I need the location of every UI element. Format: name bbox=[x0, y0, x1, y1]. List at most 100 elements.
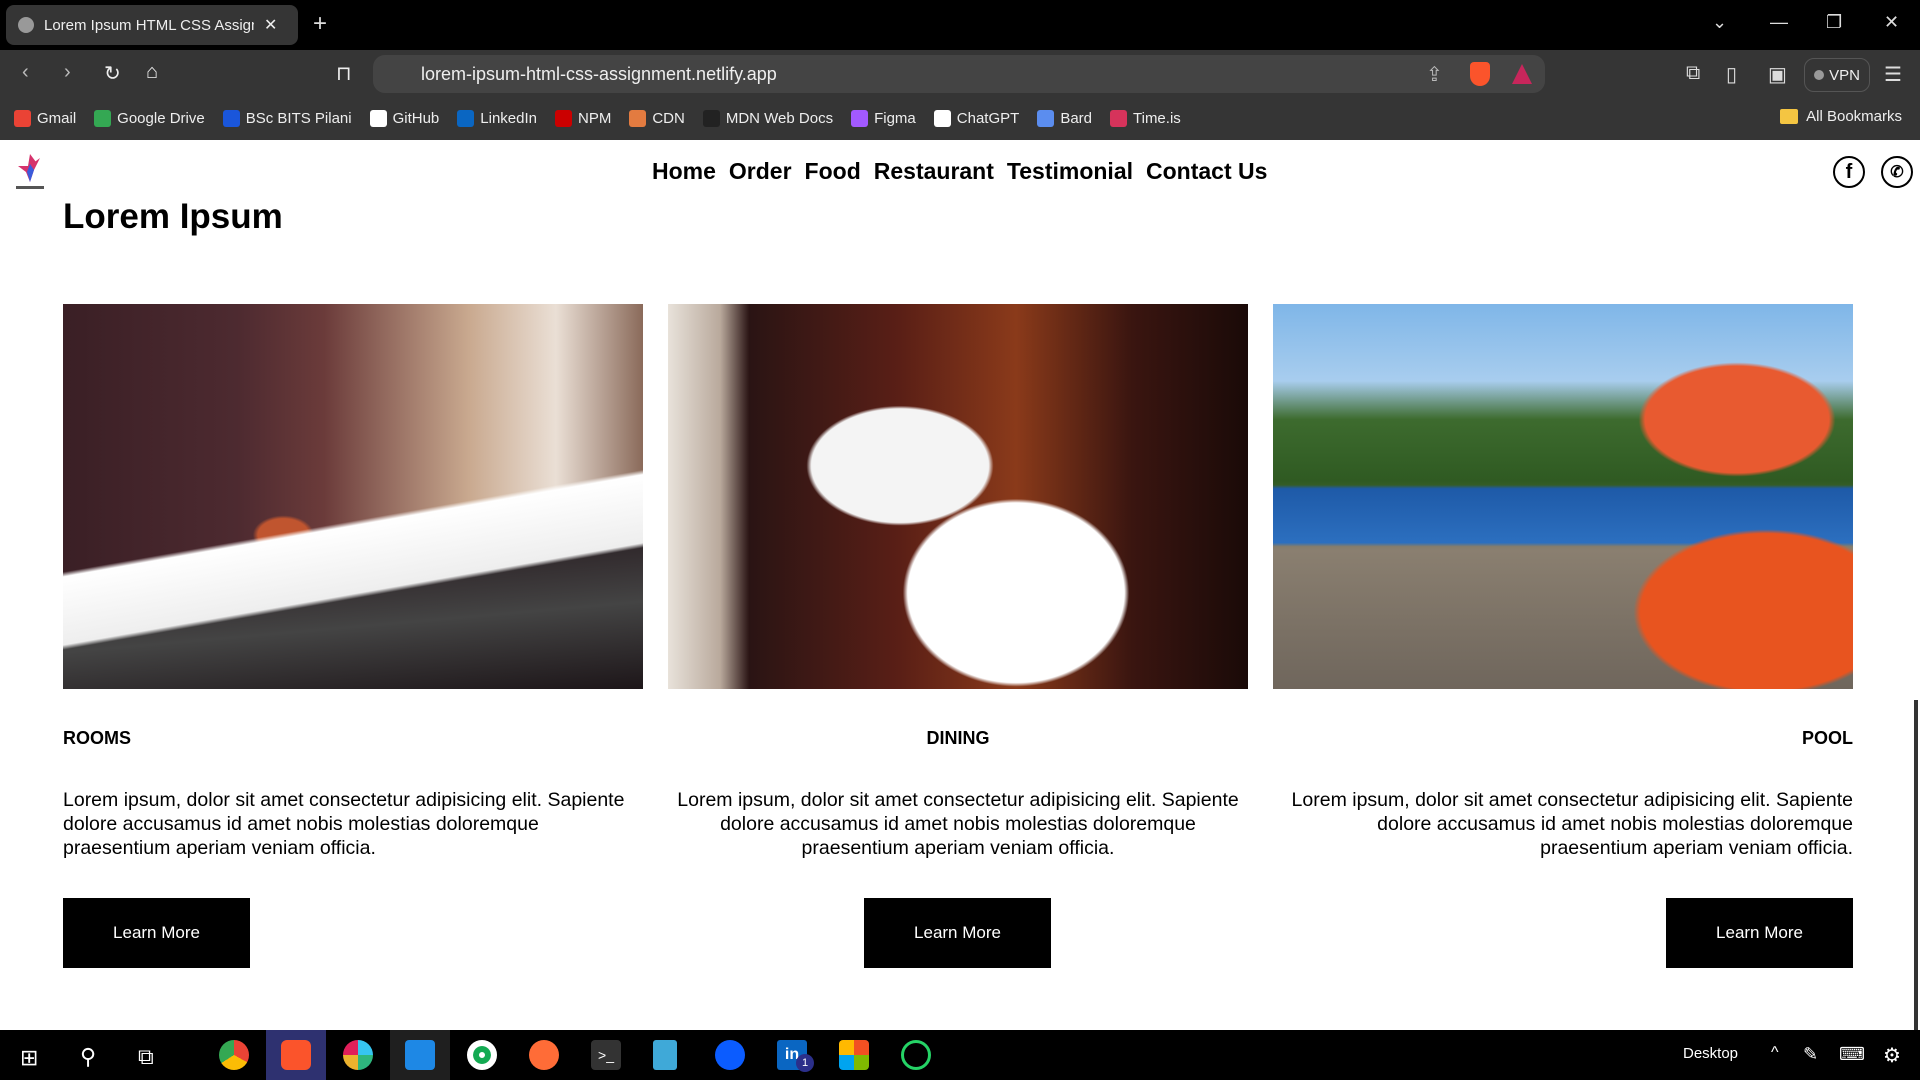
bookmark-gmail[interactable]: Gmail bbox=[14, 110, 76, 127]
nav-order[interactable]: Order bbox=[729, 158, 792, 185]
all-bookmarks-label: All Bookmarks bbox=[1806, 108, 1902, 125]
bookmark-label: Time.is bbox=[1133, 110, 1181, 127]
wallet-icon[interactable]: ▣ bbox=[1768, 62, 1787, 87]
bookmarks-bar: Gmail Google Drive BSc BITS Pilani GitHub Li… bbox=[0, 97, 1920, 140]
bookmark-icon[interactable]: ⊓ bbox=[336, 61, 352, 86]
page-title: Lorem Ipsum bbox=[63, 197, 283, 236]
search-icon[interactable]: ⚲ bbox=[80, 1044, 96, 1070]
pen-icon[interactable]: ✎ bbox=[1803, 1044, 1818, 1065]
linkedin-badge: 1 bbox=[796, 1054, 814, 1072]
card-pool: POOL Lorem ipsum, dolor sit amet consect… bbox=[1273, 304, 1853, 968]
site-logo[interactable] bbox=[12, 152, 48, 192]
show-hidden-icons[interactable]: ^ bbox=[1771, 1044, 1779, 1062]
bookmark-mdn-web-docs[interactable]: MDN Web Docs bbox=[702, 110, 834, 127]
close-tab-icon[interactable]: ✕ bbox=[264, 15, 277, 35]
brave-icon[interactable] bbox=[281, 1040, 311, 1070]
bookmark-favicon-icon bbox=[222, 110, 240, 127]
terminal-icon[interactable]: >_ bbox=[591, 1040, 621, 1070]
tab-search-icon[interactable]: ⌄ bbox=[1712, 12, 1727, 33]
restore-button[interactable]: ❐ bbox=[1826, 12, 1842, 33]
bookmark-npm[interactable]: NPM bbox=[555, 110, 611, 127]
bookmark-label: NPM bbox=[578, 110, 612, 127]
bookmark-favicon-icon bbox=[14, 110, 31, 127]
main-nav: Home Order Food Restaurant Testimonial Contac… bbox=[652, 158, 1267, 185]
bookmark-bard[interactable]: Bard bbox=[1037, 110, 1092, 127]
task-view-icon[interactable]: ⧉ bbox=[138, 1044, 154, 1070]
bookmark-favicon-icon bbox=[933, 110, 951, 127]
bookmark-label: LinkedIn bbox=[480, 110, 537, 127]
settings-icon[interactable]: ⚙ bbox=[1883, 1043, 1901, 1068]
bookmark-label: MDN Web Docs bbox=[725, 110, 834, 127]
bookmark-favicon-icon bbox=[629, 110, 647, 127]
bookmark-github[interactable]: GitHub bbox=[369, 110, 440, 127]
new-tab-button[interactable]: + bbox=[313, 10, 327, 38]
bookmark-label: GitHub bbox=[392, 110, 440, 127]
minimize-button[interactable]: — bbox=[1770, 12, 1788, 33]
slack-icon[interactable] bbox=[343, 1040, 373, 1070]
all-bookmarks-button[interactable]: All Bookmarks bbox=[1780, 108, 1902, 125]
reload-icon[interactable]: ↻ bbox=[104, 61, 121, 86]
folder-icon bbox=[1780, 109, 1799, 124]
chrome-icon[interactable] bbox=[219, 1040, 249, 1070]
vpn-status-icon bbox=[1814, 70, 1825, 80]
whatsapp-icon[interactable]: ✆ bbox=[1881, 156, 1913, 188]
learn-more-button[interactable]: Learn More bbox=[1666, 898, 1853, 968]
bookmark-label: BSc BITS Pilani bbox=[245, 110, 352, 127]
bookmark-label: Google Drive bbox=[117, 110, 205, 127]
browser-tab[interactable]: Lorem Ipsum HTML CSS Assignment ✕ bbox=[6, 5, 298, 45]
nav-food[interactable]: Food bbox=[805, 158, 861, 185]
brave-shields-icon[interactable] bbox=[1470, 62, 1490, 86]
learn-more-button[interactable]: Learn More bbox=[63, 898, 250, 968]
facebook-icon[interactable]: f bbox=[1833, 156, 1865, 188]
bookmark-cdn[interactable]: CDN bbox=[629, 110, 685, 127]
bookmark-label: ChatGPT bbox=[956, 110, 1020, 127]
back-icon[interactable]: ‹ bbox=[22, 61, 29, 84]
bookmark-chatgpt[interactable]: ChatGPT bbox=[933, 110, 1020, 127]
bookmark-label: Figma bbox=[874, 110, 916, 127]
bookmark-label: Bard bbox=[1060, 110, 1092, 127]
sidebar-icon[interactable]: ▯ bbox=[1726, 62, 1737, 87]
vpn-button[interactable]: VPN bbox=[1804, 58, 1870, 92]
nav-testimonial[interactable]: Testimonial bbox=[1007, 158, 1133, 185]
brave-rewards-icon[interactable] bbox=[1512, 64, 1532, 84]
home-icon[interactable]: ⌂ bbox=[146, 61, 158, 84]
learn-more-button[interactable]: Learn More bbox=[864, 898, 1051, 968]
postman-icon[interactable] bbox=[529, 1040, 559, 1070]
card-heading: ROOMS bbox=[63, 728, 132, 748]
address-bar[interactable]: lorem-ipsum-html-css-assignment.netlify.… bbox=[373, 55, 1545, 93]
card-text: Lorem ipsum, dolor sit amet consectetur … bbox=[1291, 789, 1853, 859]
scrollbar[interactable] bbox=[1914, 700, 1918, 1030]
extensions-icon[interactable]: ⧉ bbox=[1686, 62, 1700, 85]
bookmark-favicon-icon bbox=[457, 110, 475, 127]
card-dining: DINING Lorem ipsum, dolor sit amet conse… bbox=[668, 304, 1248, 968]
whatsapp-taskbar-icon[interactable] bbox=[901, 1040, 931, 1070]
mongodb-compass-icon[interactable] bbox=[467, 1040, 497, 1070]
bookmark-bsc-bits-pilani[interactable]: BSc BITS Pilani bbox=[222, 110, 352, 127]
close-window-button[interactable]: ✕ bbox=[1884, 12, 1899, 33]
bookmark-favicon-icon bbox=[1110, 110, 1127, 127]
vscode-icon[interactable] bbox=[405, 1040, 435, 1070]
keyboard-icon[interactable]: ⌨ bbox=[1839, 1044, 1865, 1065]
bookmark-google-drive[interactable]: Google Drive bbox=[94, 110, 205, 127]
bookmark-label: Gmail bbox=[37, 110, 77, 127]
bookmark-figma[interactable]: Figma bbox=[851, 110, 916, 127]
forward-icon[interactable]: › bbox=[64, 61, 71, 84]
desktop-toolbar[interactable]: Desktop bbox=[1683, 1045, 1738, 1062]
bookmark-favicon-icon bbox=[851, 110, 869, 127]
nav-contact-us[interactable]: Contact Us bbox=[1146, 158, 1267, 185]
bookmark-linkedin[interactable]: LinkedIn bbox=[457, 110, 537, 127]
pool-image bbox=[1273, 304, 1853, 689]
share-icon[interactable]: ⇪ bbox=[1426, 62, 1443, 87]
menu-icon[interactable]: ☰ bbox=[1884, 62, 1902, 87]
card-rooms: ROOMS Lorem ipsum, dolor sit amet consec… bbox=[63, 304, 643, 968]
start-icon[interactable]: ⊞ bbox=[20, 1045, 38, 1071]
nav-restaurant[interactable]: Restaurant bbox=[874, 158, 994, 185]
microsoft-store-icon[interactable] bbox=[839, 1040, 869, 1070]
zoom-icon[interactable] bbox=[715, 1040, 745, 1070]
notepad-icon[interactable] bbox=[653, 1040, 677, 1070]
bookmark-favicon-icon bbox=[369, 110, 387, 127]
vpn-label: VPN bbox=[1829, 66, 1860, 84]
nav-home[interactable]: Home bbox=[652, 158, 716, 185]
globe-icon bbox=[18, 17, 34, 33]
bookmark-time-is[interactable]: Time.is bbox=[1110, 110, 1181, 127]
